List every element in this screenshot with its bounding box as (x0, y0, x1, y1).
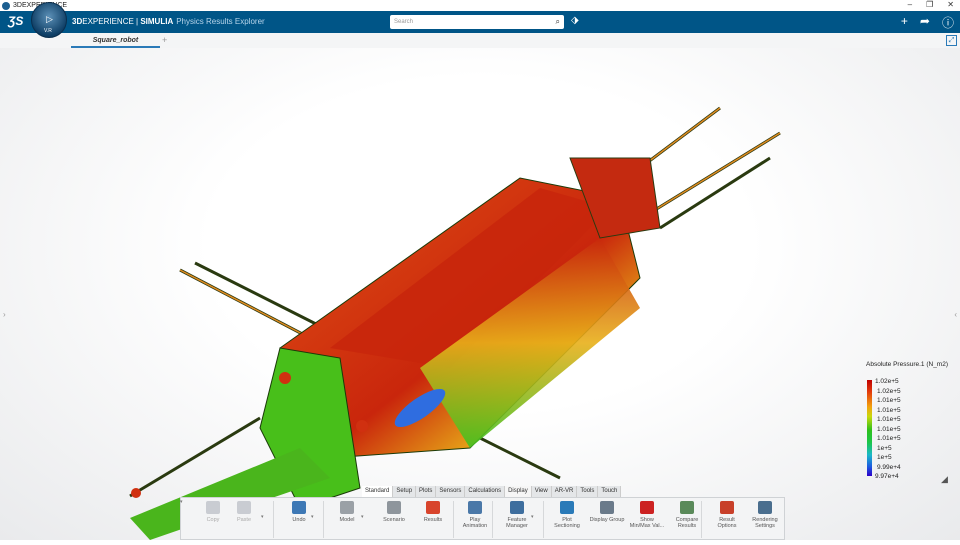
search-icon[interactable]: ⌕ (556, 17, 560, 27)
tab-square-robot[interactable]: Square_robot (71, 33, 160, 48)
legend-label: 1e+5 (877, 454, 892, 461)
legend-label: 1.01e+5 (877, 425, 901, 433)
3d-viewport[interactable]: › ‹ (0, 48, 960, 540)
display-group-button[interactable]: Display Group (589, 501, 625, 523)
feature-manager-icon (510, 501, 524, 514)
model-icon (340, 501, 354, 514)
share-icon[interactable]: ➦ (920, 14, 930, 31)
action-toolbar: ▾ ▾ ▾ ▾ ▾ Copy Paste Undo Model Scenario Results P… (180, 497, 785, 540)
compare-results-icon (680, 501, 694, 514)
play-animation-icon (468, 501, 482, 514)
button-label: Feature Manager (506, 517, 528, 529)
color-legend: Absolute Pressure.1 (N_m2) 1.02e+5 1.02e+… (866, 361, 949, 480)
play-icon[interactable]: ▷ (46, 14, 53, 25)
copy-icon (206, 501, 220, 514)
legend-label: 1.01e+5 (877, 406, 901, 414)
window-titlebar: 3DEXPERIENCE – ❐ ✕ (0, 0, 960, 11)
button-label: Play Animation (462, 517, 488, 529)
tag-icon[interactable]: ⬗ (571, 15, 579, 26)
result-options-icon (720, 501, 734, 514)
toolbar-separator (323, 501, 324, 538)
toolbar-separator (543, 501, 544, 538)
ribbon-tab-calculations[interactable]: Calculations (465, 486, 506, 497)
model-button[interactable]: Model (329, 501, 365, 523)
ribbon-tab-plots[interactable]: Plots (416, 486, 437, 497)
play-animation-button[interactable]: Play Animation (457, 501, 493, 529)
ribbon-tab-sensors[interactable]: Sensors (436, 486, 466, 497)
legend-title: Absolute Pressure.1 (N_m2) (866, 361, 949, 368)
app-title: 3DEXPERIENCE | SIMULIA Physics Results Ex… (72, 17, 265, 26)
plot-sectioning-button[interactable]: Plot Sectioning (549, 501, 585, 529)
rendering-settings-button[interactable]: Rendering Settings (747, 501, 783, 529)
help-icon[interactable]: ⓘ (942, 14, 954, 31)
toolbar-separator (453, 501, 454, 538)
button-label: Scenario (383, 517, 405, 523)
feature-manager-button[interactable]: Feature Manager (499, 501, 535, 529)
rendering-settings-icon (758, 501, 772, 514)
add-tab-button[interactable]: + (162, 35, 167, 45)
close-button[interactable]: ✕ (947, 0, 954, 9)
search-input[interactable]: Search ⌕ (390, 15, 564, 29)
ribbon-tab-setup[interactable]: Setup (393, 486, 417, 497)
ribbon-tab-display[interactable]: Display (505, 486, 532, 497)
results-icon (426, 501, 440, 514)
scenario-button[interactable]: Scenario (376, 501, 412, 523)
paste-icon (237, 501, 251, 514)
button-label: Results (423, 517, 443, 523)
legend-label: 1.01e+5 (877, 397, 901, 404)
maximize-button[interactable]: ❐ (926, 0, 933, 9)
ribbon-tab-ar-vr[interactable]: AR-VR (552, 486, 578, 497)
document-tabbar: Square_robot + ⤢ (0, 33, 960, 48)
compare-results-button[interactable]: Compare Results (669, 501, 705, 529)
scenario-icon (387, 501, 401, 514)
legend-label: 1.02e+5 (877, 387, 901, 395)
app-header: ƷS 3DEXPERIENCE | SIMULIA Physics Results… (0, 11, 960, 33)
add-icon[interactable]: + (901, 14, 908, 31)
cursor-icon: ◢ (941, 474, 948, 484)
undo-icon (292, 501, 306, 514)
legend-label: 1.02e+5 (875, 378, 899, 385)
ribbon-tab-touch[interactable]: Touch (598, 486, 622, 497)
legend-colorbar (867, 380, 872, 476)
left-panel-arrow-icon[interactable]: › (3, 310, 6, 319)
ds-logo-icon[interactable]: ƷS (8, 14, 23, 28)
undo-button[interactable]: Undo (281, 501, 317, 523)
robot-model (129, 106, 781, 540)
ribbon-tab-standard[interactable]: Standard (362, 486, 394, 497)
right-panel-arrow-icon[interactable]: ‹ (954, 310, 957, 319)
legend-label: 1.01e+5 (877, 416, 901, 423)
app-logo-icon (2, 1, 10, 10)
legend-label: 1.01e+5 (877, 435, 901, 442)
show-min-max-val-button[interactable]: Show Min/Max Val... (629, 501, 665, 529)
plot-sectioning-icon (560, 501, 574, 514)
legend-label: 1e+5 (877, 444, 892, 452)
display-group-icon (600, 501, 614, 514)
paste-button[interactable]: Paste (226, 501, 262, 523)
toolbar-collapse-icon[interactable]: ▾ (180, 499, 183, 505)
button-label: Model (339, 517, 355, 523)
button-label: Plot Sectioning (554, 517, 580, 529)
toolbar-separator (273, 501, 274, 538)
ribbon-tab-view[interactable]: View (532, 486, 552, 497)
compass-widget[interactable]: ▷ V.R (31, 2, 67, 38)
legend-label: 9.99e+4 (877, 463, 901, 471)
button-label: Undo (292, 517, 306, 523)
fullscreen-icon[interactable]: ⤢ (946, 35, 957, 46)
result-options-button[interactable]: Result Options (709, 501, 745, 529)
button-label: Show Min/Max Val... (629, 517, 665, 529)
button-label: Display Group (589, 517, 625, 523)
minimize-button[interactable]: – (908, 0, 912, 9)
results-button[interactable]: Results (415, 501, 451, 523)
legend-label: 9.97e+4 (875, 473, 899, 480)
button-label: Rendering Settings (752, 517, 778, 529)
button-label: Result Options (717, 517, 737, 529)
show-min-max-val-icon (640, 501, 654, 514)
button-label: Compare Results (675, 517, 699, 529)
ribbon-tabs: Standard Setup Plots Sensors Calculations Dis… (362, 486, 622, 497)
button-label: Paste (236, 517, 252, 523)
ribbon-tab-tools[interactable]: Tools (577, 486, 599, 497)
